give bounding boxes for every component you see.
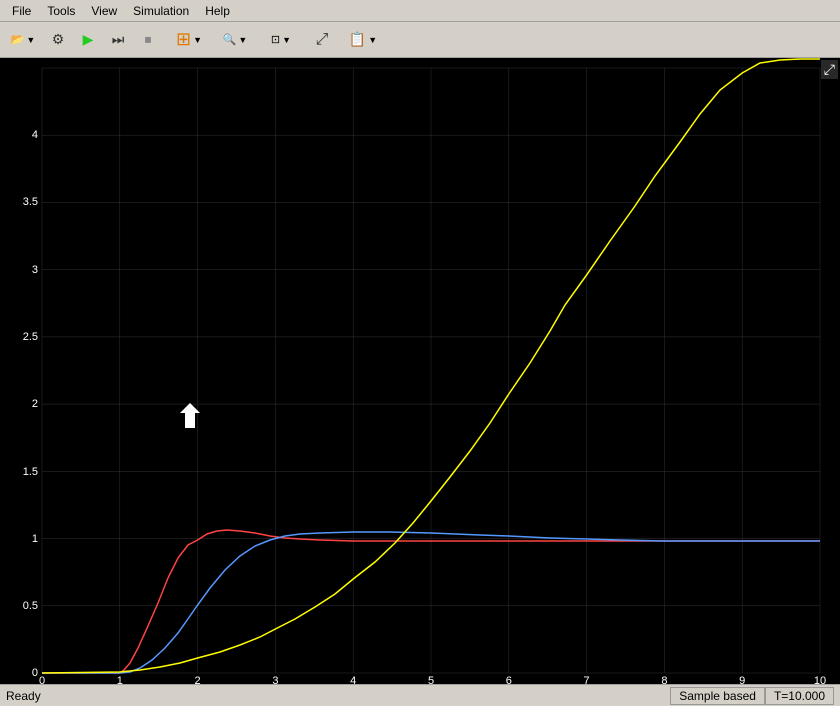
svg-text:6: 6 — [506, 675, 512, 684]
step-forward-button[interactable]: ⏭ — [104, 26, 132, 54]
svg-text:0: 0 — [39, 675, 45, 684]
scale-icon: ⊡ — [271, 33, 280, 46]
menu-tools[interactable]: Tools — [39, 2, 83, 20]
svg-text:1: 1 — [117, 675, 123, 684]
menu-file[interactable]: File — [4, 2, 39, 20]
plot-svg: 0 0.5 1 1.5 2 2.5 3 3.5 4 0 1 2 3 4 5 6 … — [0, 58, 840, 684]
svg-text:10: 10 — [814, 675, 826, 684]
svg-text:0.5: 0.5 — [23, 600, 38, 612]
svg-text:2.5: 2.5 — [23, 331, 38, 343]
menubar: File Tools View Simulation Help — [0, 0, 840, 22]
svg-text:7: 7 — [584, 675, 590, 684]
run-icon: ▶ — [83, 31, 94, 48]
toolbar: 📂 ▼ ⚙ ▶ ⏭ ⏹ ⊞ ▼ 🔍 ▼ ⊡ ▼ ⤢ 📋 ▼ — [0, 22, 840, 58]
simset-icon: ⊞ — [176, 29, 191, 50]
sample-based-badge: Sample based — [670, 687, 765, 705]
settings-button[interactable]: ⚙ — [44, 26, 72, 54]
open-icon: 📂 — [11, 33, 25, 46]
menu-help[interactable]: Help — [197, 2, 238, 20]
autoscale-button[interactable]: ⤢ — [308, 26, 336, 54]
menu-view[interactable]: View — [83, 2, 125, 20]
menu-simulation[interactable]: Simulation — [125, 2, 197, 20]
scale-button[interactable]: ⊡ ▼ — [262, 26, 300, 54]
svg-text:0: 0 — [32, 667, 38, 679]
stop-icon: ⏹ — [145, 31, 152, 48]
open-dropdown-arrow[interactable]: ▼ — [26, 35, 35, 45]
svg-text:3.5: 3.5 — [23, 196, 38, 208]
svg-text:9: 9 — [739, 675, 745, 684]
time-badge: T=10.000 — [765, 687, 834, 705]
svg-text:1: 1 — [32, 533, 38, 545]
svg-text:4: 4 — [32, 129, 38, 141]
status-text: Ready — [6, 689, 41, 703]
open-button[interactable]: 📂 ▼ — [4, 26, 42, 54]
simset-button[interactable]: ⊞ ▼ — [170, 26, 208, 54]
plot-expand-button[interactable]: ⤢ — [821, 60, 838, 79]
simset-dropdown-arrow[interactable]: ▼ — [193, 35, 202, 45]
autoscale-icon: ⤢ — [316, 31, 329, 49]
save-print-icon: 📋 — [349, 31, 366, 48]
scale-dropdown-arrow[interactable]: ▼ — [282, 35, 291, 45]
svg-text:8: 8 — [661, 675, 667, 684]
step-forward-icon: ⏭ — [112, 31, 125, 48]
svg-text:5: 5 — [428, 675, 434, 684]
save-print-dropdown-arrow[interactable]: ▼ — [368, 35, 377, 45]
svg-text:2: 2 — [32, 398, 38, 410]
svg-text:2: 2 — [195, 675, 201, 684]
zoom-button[interactable]: 🔍 ▼ — [216, 26, 254, 54]
zoom-dropdown-arrow[interactable]: ▼ — [238, 35, 247, 45]
plot-area: ⤢ — [0, 58, 840, 684]
run-button[interactable]: ▶ — [74, 26, 102, 54]
status-right: Sample based T=10.000 — [670, 687, 834, 705]
svg-text:1.5: 1.5 — [23, 466, 38, 478]
svg-text:4: 4 — [350, 675, 356, 684]
settings-icon: ⚙ — [52, 31, 65, 48]
stop-button[interactable]: ⏹ — [134, 26, 162, 54]
save-print-button[interactable]: 📋 ▼ — [344, 26, 382, 54]
zoom-icon: 🔍 — [223, 33, 237, 46]
statusbar: Ready Sample based T=10.000 — [0, 684, 840, 706]
svg-text:3: 3 — [272, 675, 278, 684]
svg-text:3: 3 — [32, 264, 38, 276]
